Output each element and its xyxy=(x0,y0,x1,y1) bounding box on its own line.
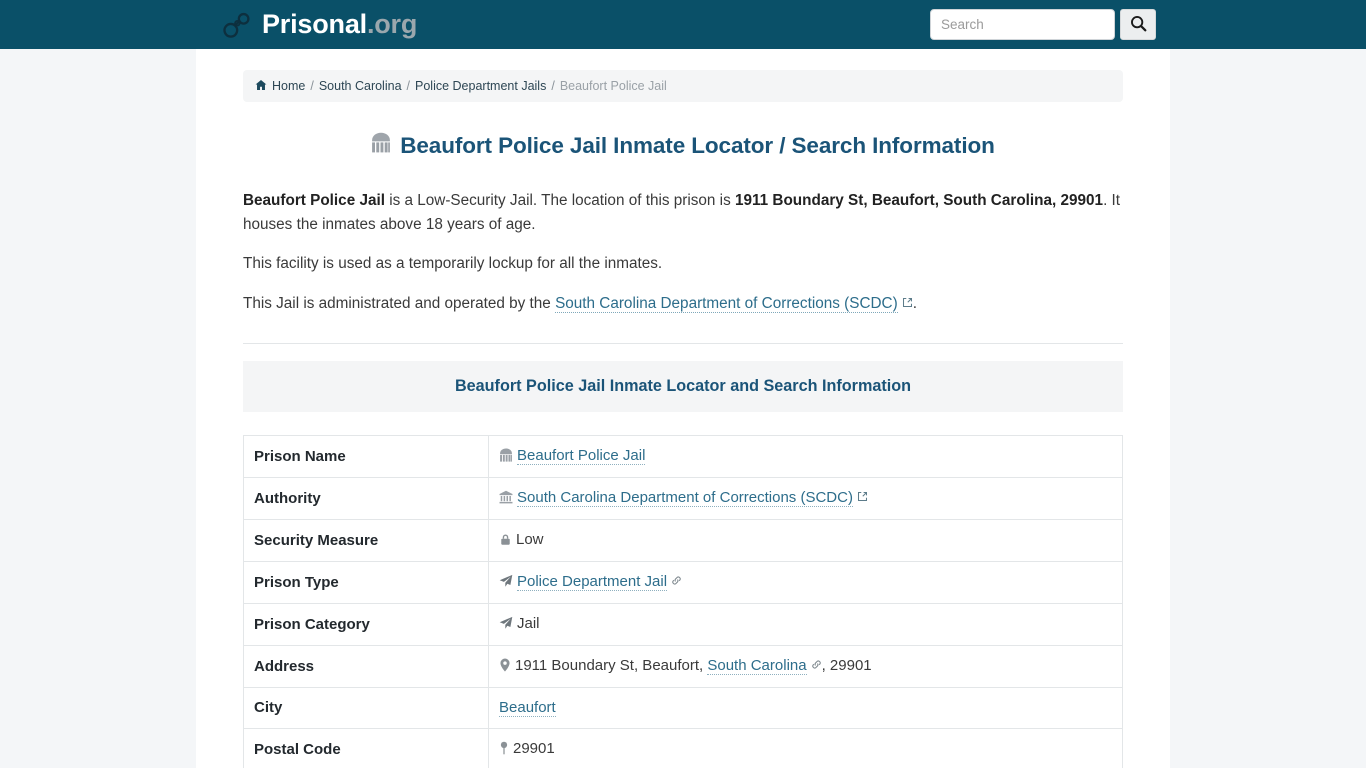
site-logo-link[interactable]: Prisonal.org xyxy=(222,11,417,39)
authority-link[interactable]: South Carolina Department of Corrections… xyxy=(517,488,853,507)
breadcrumb-item-home[interactable]: Home xyxy=(272,79,305,93)
scdc-link-label: South Carolina Department of Corrections… xyxy=(555,295,898,313)
breadcrumb-separator: / xyxy=(310,79,314,93)
row-label-prison-type: Prison Type xyxy=(243,560,489,604)
breadcrumb-item-south-carolina[interactable]: South Carolina xyxy=(319,79,402,93)
row-label-address: Address xyxy=(243,644,489,688)
lock-icon xyxy=(499,533,512,550)
brand-name: Prisonal xyxy=(262,9,367,39)
search-form[interactable] xyxy=(930,9,1156,40)
postal-code-value: 29901 xyxy=(513,739,555,757)
chain-link-icon xyxy=(667,573,682,590)
table-row: Security Measure Low xyxy=(243,518,1123,562)
chain-link-icon xyxy=(807,657,822,674)
row-value-postal-code: 29901 xyxy=(488,727,1123,768)
search-input[interactable] xyxy=(930,9,1115,40)
jail-building-icon xyxy=(371,132,391,159)
intro-paragraph: Beaufort Police Jail is a Low-Security J… xyxy=(243,189,1123,236)
authority-paragraph: This Jail is administrated and operated … xyxy=(243,292,1123,316)
row-value-prison-category: Jail xyxy=(488,602,1123,646)
breadcrumb-separator: / xyxy=(406,79,411,93)
home-icon xyxy=(255,79,272,93)
table-row: Prison Name Beaufort Police Jail xyxy=(243,434,1123,478)
row-value-prison-name: Beaufort Police Jail xyxy=(488,434,1123,478)
pin-icon xyxy=(499,741,509,759)
page-container: Home / South Carolina / Police Departmen… xyxy=(196,49,1170,768)
intro-text-a: is a Low-Security Jail. The location of … xyxy=(384,192,735,209)
authority-text-a: This Jail is administrated and operated … xyxy=(243,295,556,313)
prison-type-link[interactable]: Police Department Jail xyxy=(517,572,668,591)
external-link-icon xyxy=(853,489,868,506)
row-label-postal-code: Postal Code xyxy=(243,727,489,768)
breadcrumb-separator: / xyxy=(551,79,555,93)
bank-icon xyxy=(499,490,513,508)
paper-plane-icon xyxy=(499,616,513,634)
jail-building-icon xyxy=(499,448,513,466)
row-label-city: City xyxy=(243,686,489,729)
search-icon xyxy=(1130,15,1147,35)
prison-info-table: Prison Name Beaufort Police Jail Authori… xyxy=(243,434,1123,768)
table-row: Prison Category Jail xyxy=(243,602,1123,646)
state-link[interactable]: South Carolina xyxy=(707,656,807,675)
prison-category-value: Jail xyxy=(517,614,540,632)
breadcrumb-item-current: Beaufort Police Jail xyxy=(559,79,667,93)
city-link[interactable]: Beaufort xyxy=(499,699,556,718)
map-pin-icon xyxy=(499,658,511,676)
address-prefix: 1911 Boundary St, Beaufort, xyxy=(515,656,708,674)
row-label-security-measure: Security Measure xyxy=(243,518,489,562)
security-measure-value: Low xyxy=(516,530,544,548)
page-title-text: Beaufort Police Jail Inmate Locator / Se… xyxy=(400,132,995,158)
row-value-security-measure: Low xyxy=(488,518,1123,562)
section-header: Beaufort Police Jail Inmate Locator and … xyxy=(243,360,1123,412)
row-label-prison-category: Prison Category xyxy=(243,602,489,646)
authority-text-b: . xyxy=(912,295,917,313)
row-label-authority: Authority xyxy=(243,476,489,520)
facility-address: 1911 Boundary St, Beaufort, South Caroli… xyxy=(734,192,1104,209)
row-value-authority: South Carolina Department of Corrections… xyxy=(488,476,1123,520)
external-link-icon xyxy=(898,295,913,312)
paper-plane-icon xyxy=(499,574,513,592)
content-divider xyxy=(243,342,1123,344)
site-header: Prisonal.org xyxy=(0,0,1366,49)
scdc-link[interactable]: South Carolina Department of Corrections… xyxy=(555,295,898,314)
prison-name-link[interactable]: Beaufort Police Jail xyxy=(517,446,646,465)
table-row: City Beaufort xyxy=(243,686,1123,729)
table-row: Postal Code 29901 xyxy=(243,727,1123,768)
row-value-address: 1911 Boundary St, Beaufort, South Caroli… xyxy=(488,644,1123,688)
row-label-prison-name: Prison Name xyxy=(243,434,489,478)
row-value-prison-type: Police Department Jail xyxy=(488,560,1123,604)
lockup-paragraph: This facility is used as a temporarily l… xyxy=(243,255,663,273)
handcuffs-icon xyxy=(222,11,252,39)
breadcrumb-item-police-department-jails[interactable]: Police Department Jails xyxy=(415,79,546,93)
breadcrumb: Home / South Carolina / Police Departmen… xyxy=(243,70,1123,102)
page-title: Beaufort Police Jail Inmate Locator / Se… xyxy=(243,132,1123,159)
brand-tld: .org xyxy=(366,9,418,39)
table-row: Authority South Carolina Department of C… xyxy=(243,476,1123,520)
row-value-city: Beaufort xyxy=(488,686,1123,729)
search-button[interactable] xyxy=(1120,9,1156,40)
address-suffix: , 29901 xyxy=(821,656,872,674)
table-row: Address 1911 Boundary St, Beaufort, Sout… xyxy=(243,644,1123,688)
table-row: Prison Type Police Department Jail xyxy=(243,560,1123,604)
facility-name: Beaufort Police Jail xyxy=(243,192,385,209)
